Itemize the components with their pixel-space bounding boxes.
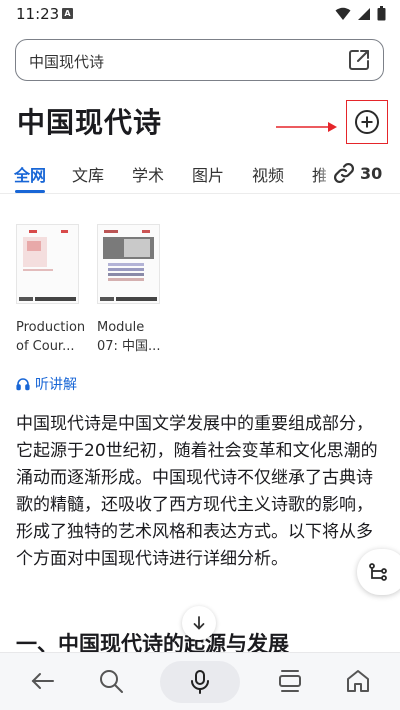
mic-icon xyxy=(191,670,209,694)
plus-circle-icon xyxy=(355,110,379,134)
tab-academic[interactable]: 学术 xyxy=(132,162,164,186)
voice-button[interactable] xyxy=(160,661,240,703)
scroll-down-button[interactable] xyxy=(182,606,216,640)
signal-icon xyxy=(358,7,370,20)
home-icon[interactable] xyxy=(344,667,372,695)
tab-videos[interactable]: 视频 xyxy=(252,162,284,186)
tab-images[interactable]: 图片 xyxy=(192,162,224,186)
link-count[interactable]: 30 xyxy=(332,161,383,185)
search-box[interactable]: 中国现代诗 xyxy=(15,39,384,81)
battery-icon xyxy=(377,6,386,21)
article-body: 中国现代诗是中国文学发展中的重要组成部分，它起源于20世纪初，随着社会变革和文化… xyxy=(16,411,388,573)
document-preview xyxy=(98,225,159,303)
notification-icon: A xyxy=(62,8,73,19)
mindmap-button[interactable] xyxy=(357,549,400,595)
document-preview xyxy=(17,225,78,303)
bottom-nav xyxy=(0,652,400,710)
search-query[interactable]: 中国现代诗 xyxy=(29,51,104,72)
listen-button[interactable]: 听讲解 xyxy=(16,374,77,394)
tab-bar: 全网 文库 学术 图片 视频 推 30 xyxy=(0,158,400,194)
wifi-icon xyxy=(335,7,351,20)
tab-library[interactable]: 文库 xyxy=(72,162,104,186)
tab-all[interactable]: 全网 xyxy=(14,162,46,186)
listen-label: 听讲解 xyxy=(35,377,77,393)
headphones-icon xyxy=(16,378,30,391)
mindmap-icon xyxy=(369,563,387,581)
status-icons xyxy=(335,6,386,21)
arrow-down-icon xyxy=(193,616,205,630)
page-title: 中国现代诗 xyxy=(17,106,163,139)
search-icon[interactable] xyxy=(97,667,125,695)
back-icon[interactable] xyxy=(29,667,57,695)
tabs-icon[interactable] xyxy=(276,667,304,695)
link-count-value: 30 xyxy=(360,163,383,183)
active-tab-indicator xyxy=(15,190,45,193)
open-external-icon[interactable] xyxy=(347,48,371,72)
document-title[interactable]: Production of Cour... xyxy=(16,318,85,356)
document-thumbnail[interactable] xyxy=(16,224,79,304)
status-bar: 11:23 A xyxy=(0,0,400,30)
status-time: 11:23 xyxy=(16,5,60,23)
add-button[interactable] xyxy=(346,100,388,144)
document-thumbnail[interactable] xyxy=(97,224,160,304)
link-icon xyxy=(333,162,355,184)
article-paragraph: 中国现代诗是中国文学发展中的重要组成部分，它起源于20世纪初，随着社会变革和文化… xyxy=(16,414,378,569)
document-title[interactable]: Module 07: 中国... xyxy=(97,318,163,356)
annotation-arrow xyxy=(276,122,337,132)
